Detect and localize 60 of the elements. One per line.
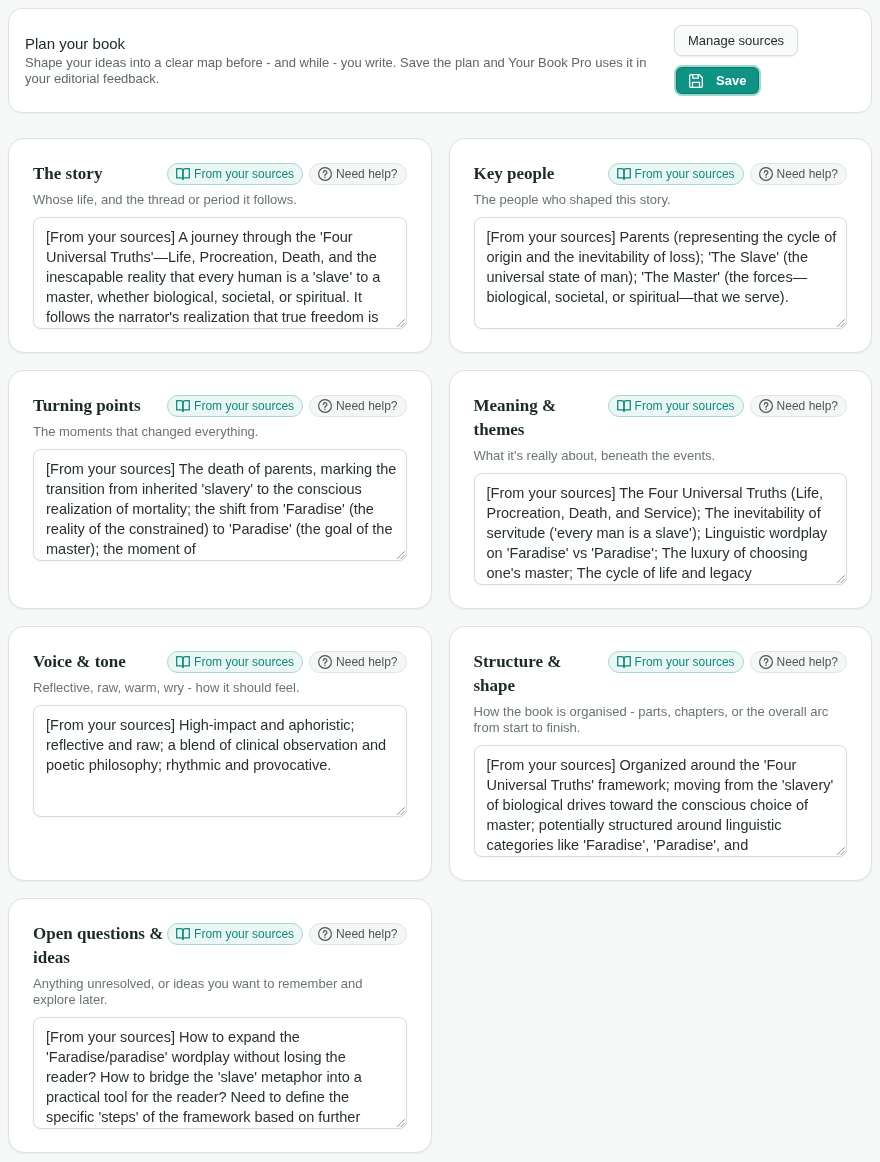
section-hint: How the book is organised - parts, chapters, or the overall arc from start to finish. <box>473 704 830 736</box>
resize-grip-icon[interactable] <box>837 575 845 583</box>
from-sources-button[interactable]: From your sources <box>167 923 304 945</box>
page-title: Plan your book <box>25 34 127 53</box>
resize-grip-icon[interactable] <box>396 1119 405 1127</box>
need-help-button[interactable]: Need help? <box>749 395 847 417</box>
need-help-button[interactable]: Need help? <box>309 651 407 673</box>
need-help-button[interactable]: Need help? <box>309 923 407 945</box>
resize-grip-icon[interactable] <box>837 847 845 855</box>
section-title: Meaning & themes <box>473 395 558 441</box>
section-title: Voice & tone <box>33 651 126 673</box>
section-title: Open questions & ideas <box>33 923 165 969</box>
page-description: Shape your ideas into a clear map before - and while - you write. Save the plan and Your Book Pro uses it in your editorial feedback. <box>25 54 648 87</box>
need-help-button[interactable]: Need help? <box>749 163 847 185</box>
section-text-field[interactable]: [From your sources] The death of parents, marking the transition from inherited 'slavery' to the conscious realization of mortality; the shift from 'Faradise' (the reality of the constrained) to 'Paradise' (the goal of the master); the moment of <box>33 449 407 561</box>
need-help-button[interactable]: Need help? <box>309 163 407 185</box>
section-text-field[interactable]: [From your sources] A journey through the 'Four Universal Truths'—Life, Procreation, Death, and the inescapable reality that every human is a 'slave' to a master, whether biological, societal, or spiritual. It follows the narrator's realization that true freedom is <box>33 217 407 329</box>
help-icon <box>758 167 773 181</box>
section-title: Structure & shape <box>473 651 563 697</box>
resize-grip-icon[interactable] <box>396 319 405 327</box>
section-hint: The moments that changed everything. <box>33 424 260 440</box>
resize-grip-icon[interactable] <box>396 551 405 559</box>
help-icon <box>318 167 333 181</box>
section-text-field[interactable]: [From your sources] How to expand the 'Faradise/paradise' wordplay without losing the reader? How to bridge the 'slave' metaphor into a practical tool for the reader? Need to define the specific 'steps' of the framework based on further <box>33 1017 407 1129</box>
section-text-field[interactable]: [From your sources] Parents (representing the cycle of origin and the inevitability of loss); 'The Slave' (the universal state of man); 'The Master' (the forces—biological, societal, or spiritual—that we serve). <box>473 217 847 329</box>
book-icon <box>176 168 191 180</box>
from-sources-button[interactable]: From your sources <box>607 163 744 185</box>
book-icon <box>616 168 631 180</box>
book-icon <box>616 400 631 412</box>
help-icon <box>318 927 333 941</box>
help-icon <box>318 655 333 669</box>
section-title: Key people <box>473 163 555 185</box>
help-icon <box>758 655 773 669</box>
section-text-field[interactable]: [From your sources] Organized around the 'Four Universal Truths' framework; moving from the 'slavery' of biological drives toward the conscious choice of master; potentially structured around linguistic categories like 'Faradise', 'Paradise', and <box>473 745 847 857</box>
from-sources-button[interactable]: From your sources <box>607 651 744 673</box>
save-button[interactable]: Save <box>674 65 762 96</box>
manage-sources-button[interactable]: Manage sources <box>674 25 799 56</box>
section-hint: Reflective, raw, warm, wry - how it should feel. <box>33 680 301 696</box>
section-title: The story <box>33 163 103 185</box>
section-hint: The people who shaped this story. <box>473 192 672 208</box>
book-icon <box>176 400 191 412</box>
book-icon <box>176 656 191 668</box>
resize-grip-icon[interactable] <box>396 807 405 815</box>
section-text-field[interactable]: [From your sources] High-impact and aphoristic; reflective and raw; a blend of clinical observation and poetic philosophy; rhythmic and provocative. <box>33 705 407 817</box>
from-sources-button[interactable]: From your sources <box>607 395 744 417</box>
need-help-button[interactable]: Need help? <box>309 395 407 417</box>
section-hint: Whose life, and the thread or period it follows. <box>33 192 298 208</box>
help-icon <box>318 399 333 413</box>
from-sources-button[interactable]: From your sources <box>167 395 304 417</box>
section-hint: Anything unresolved, or ideas you want to remember and explore later. <box>33 976 364 1008</box>
section-title: Turning points <box>33 395 141 417</box>
from-sources-button[interactable]: From your sources <box>167 163 304 185</box>
help-icon <box>758 399 773 413</box>
book-icon <box>176 928 191 940</box>
need-help-button[interactable]: Need help? <box>749 651 847 673</box>
book-icon <box>616 656 631 668</box>
section-hint: What it's really about, beneath the events. <box>473 448 717 464</box>
section-text-field[interactable]: [From your sources] The Four Universal Truths (Life, Procreation, Death, and Service); The inevitability of servitude ('every man is a slave'); Linguistic wordplay on 'Faradise' vs 'Paradise'; The luxury of choosing one's master; The cycle of life and legacy <box>473 473 847 585</box>
resize-grip-icon[interactable] <box>837 319 845 327</box>
from-sources-button[interactable]: From your sources <box>167 651 304 673</box>
